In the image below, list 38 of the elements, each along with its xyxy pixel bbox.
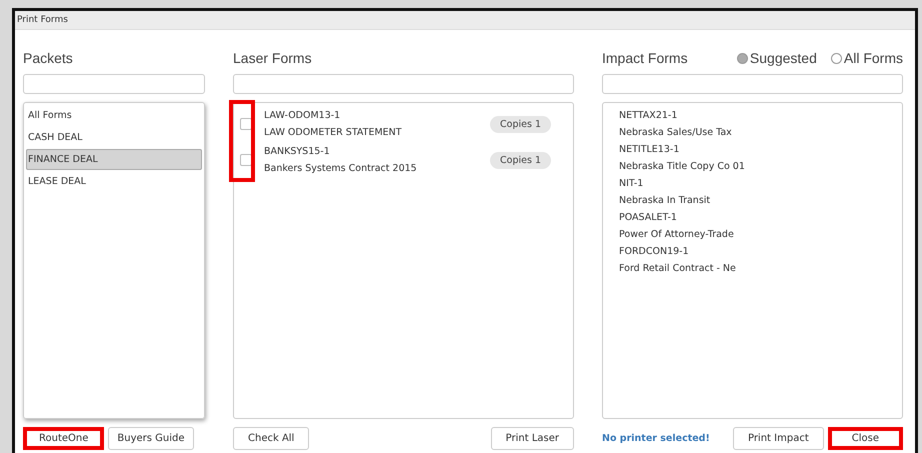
- buyers-guide-button[interactable]: Buyers Guide: [108, 426, 194, 450]
- form-name[interactable]: Power Of Attorney-Trade: [619, 226, 886, 243]
- impact-forms-heading: Impact Forms: [602, 50, 688, 66]
- search-field[interactable]: [233, 74, 574, 94]
- form-code[interactable]: NETITLE13-1: [619, 141, 886, 158]
- form-code[interactable]: POASALET-1: [619, 209, 886, 226]
- copies-badge[interactable]: Copies 1: [490, 116, 551, 132]
- route-one-button[interactable]: RouteOne: [23, 426, 104, 450]
- packets-heading: Packets: [23, 50, 73, 66]
- packet-item[interactable]: LEASE DEAL: [26, 171, 202, 192]
- packet-item[interactable]: CASH DEAL: [26, 127, 202, 148]
- form-code[interactable]: NETTAX21-1: [619, 107, 886, 124]
- check-all-button[interactable]: Check All: [233, 426, 310, 450]
- close-button[interactable]: Close: [828, 426, 903, 450]
- form-code[interactable]: FORDCON19-1: [619, 243, 886, 260]
- form-code: LAW-ODOM13-1: [264, 109, 342, 123]
- window-title: Print Forms: [17, 15, 68, 25]
- copies-badge[interactable]: Copies 1: [490, 152, 551, 168]
- radio-option[interactable]: All Forms: [830, 50, 903, 66]
- print-impact-button[interactable]: Print Impact: [732, 426, 824, 450]
- search-field[interactable]: [23, 74, 205, 94]
- form-name: Bankers Systems Contract 2015: [264, 162, 418, 176]
- form-code: BANKSYS15-1: [264, 145, 331, 159]
- printer-status: No printer selected!: [602, 432, 711, 444]
- print-laser-button[interactable]: Print Laser: [490, 426, 574, 450]
- laser-forms-heading: Laser Forms: [233, 50, 312, 66]
- form-name[interactable]: Nebraska In Transit: [619, 192, 886, 209]
- form-name[interactable]: Nebraska Sales/Use Tax: [619, 124, 886, 141]
- packet-item[interactable]: FINANCE DEAL: [26, 149, 202, 170]
- packet-item[interactable]: All Forms: [26, 105, 202, 126]
- form-name: LAW ODOMETER STATEMENT: [264, 126, 403, 140]
- form-name[interactable]: Ford Retail Contract - Ne: [619, 260, 886, 277]
- search-field[interactable]: [602, 74, 903, 94]
- radio-option[interactable]: Suggested: [736, 50, 817, 66]
- checkbox[interactable]: [240, 154, 252, 166]
- form-name[interactable]: Nebraska Title Copy Co 01: [619, 158, 886, 175]
- form-code[interactable]: NIT-1: [619, 175, 886, 192]
- checkbox[interactable]: [240, 118, 252, 130]
